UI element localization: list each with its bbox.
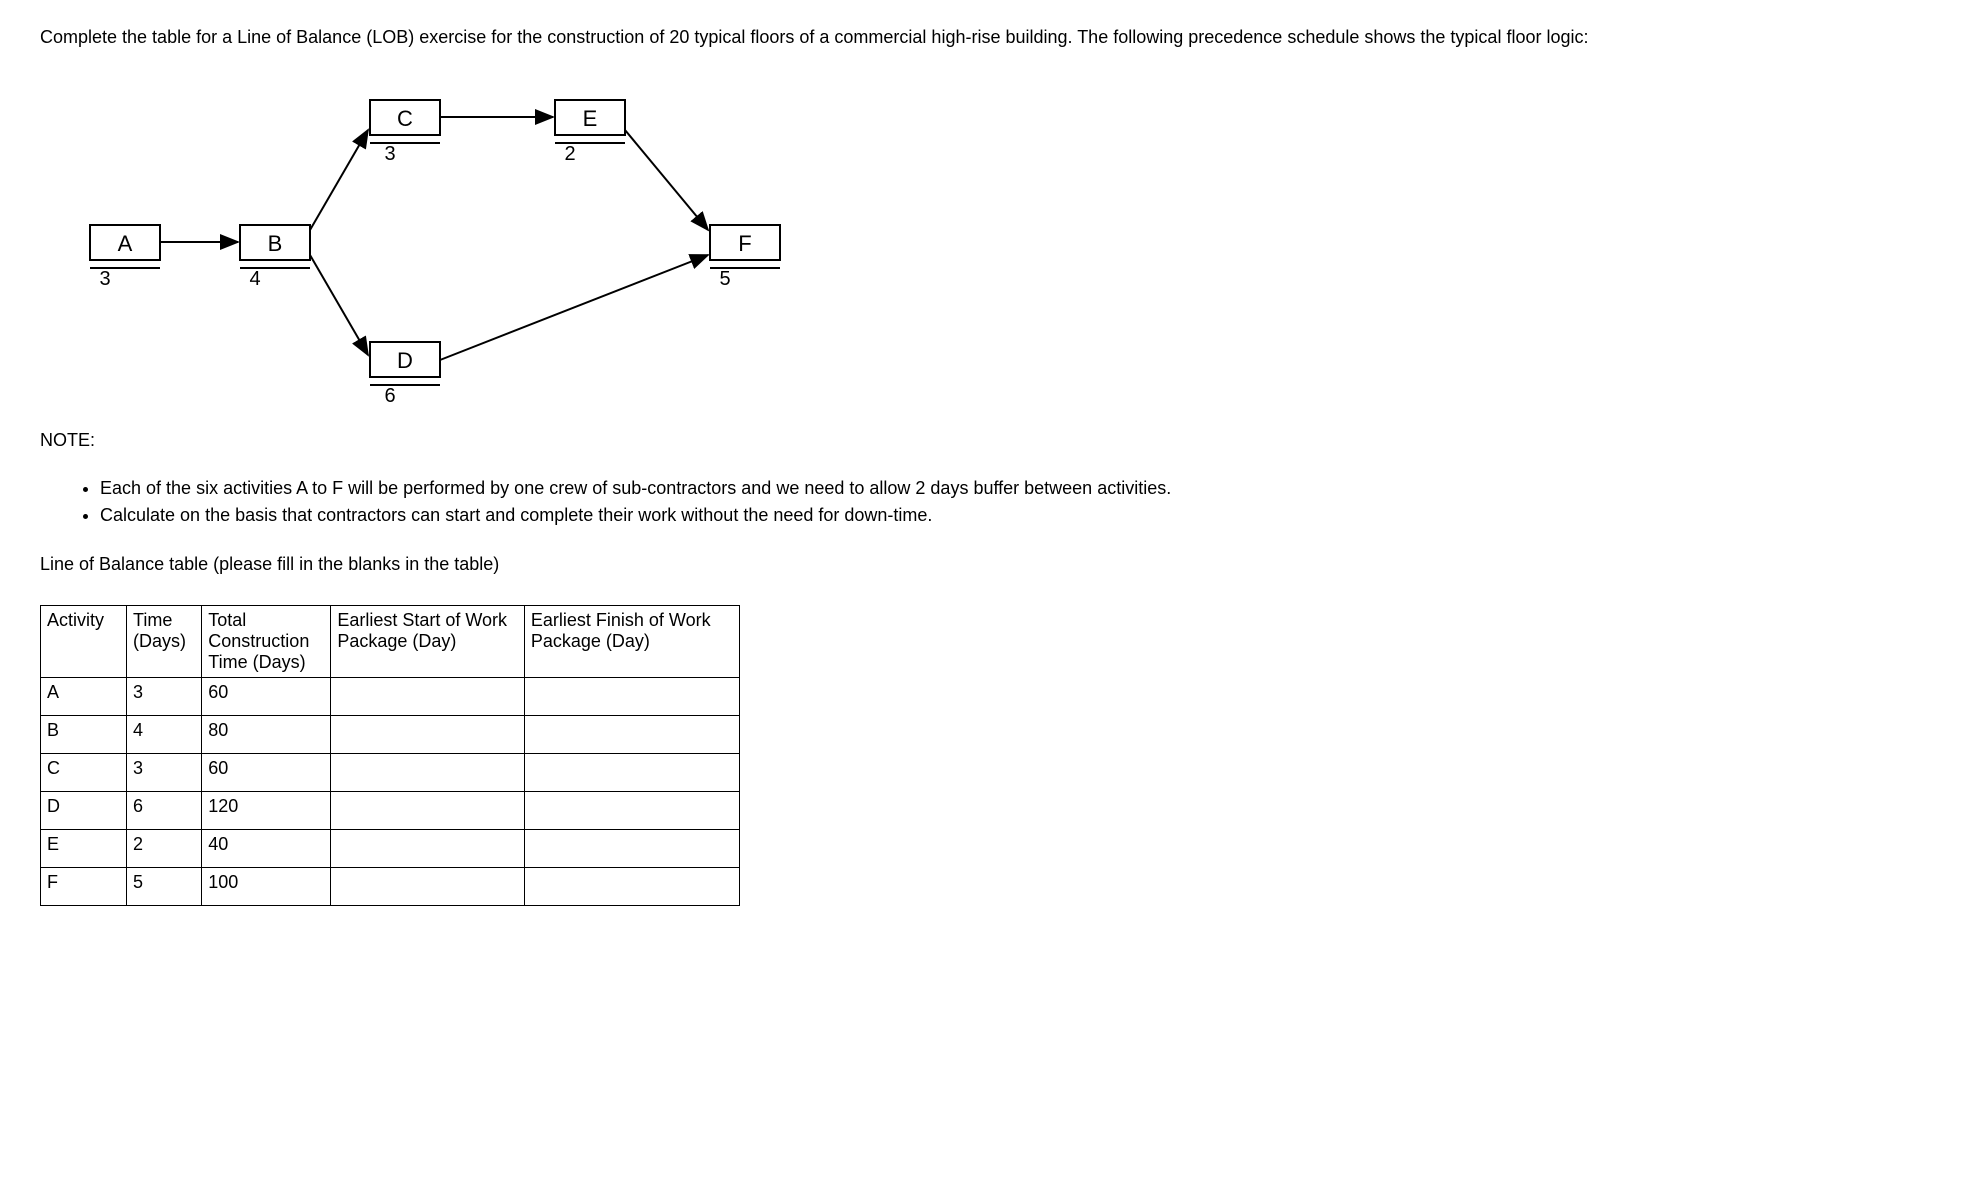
node-c-label: C: [397, 106, 413, 131]
node-f-duration: 5: [719, 268, 730, 290]
table-intro: Line of Balance table (please fill in th…: [40, 554, 1938, 575]
cell-total: 40: [202, 829, 331, 867]
precedence-diagram: A 3 B 4 C 3 D 6 E 2 F 5: [60, 70, 800, 410]
table-row: D 6 120: [41, 791, 740, 829]
cell-activity: B: [41, 715, 127, 753]
header-total: Total Construction Time (Days): [202, 605, 331, 677]
header-start: Earliest Start of Work Package (Day): [331, 605, 525, 677]
cell-total: 80: [202, 715, 331, 753]
table-header-row: Activity Time (Days) Total Construction …: [41, 605, 740, 677]
note-item: Each of the six activities A to F will b…: [100, 476, 1938, 501]
header-finish: Earliest Finish of Work Package (Day): [524, 605, 739, 677]
cell-finish: [524, 753, 739, 791]
cell-start: [331, 791, 525, 829]
cell-total: 60: [202, 753, 331, 791]
table-row: B 4 80: [41, 715, 740, 753]
arrow-e-f: [625, 130, 708, 230]
cell-finish: [524, 867, 739, 905]
cell-start: [331, 867, 525, 905]
cell-time: 4: [127, 715, 202, 753]
table-row: E 2 40: [41, 829, 740, 867]
cell-activity: E: [41, 829, 127, 867]
cell-activity: D: [41, 791, 127, 829]
note-label: NOTE:: [40, 430, 1938, 451]
arrow-b-d: [310, 255, 368, 355]
cell-total: 100: [202, 867, 331, 905]
cell-start: [331, 753, 525, 791]
arrow-d-f: [440, 255, 708, 360]
table-row: F 5 100: [41, 867, 740, 905]
cell-total: 120: [202, 791, 331, 829]
cell-activity: C: [41, 753, 127, 791]
node-d-label: D: [397, 348, 413, 373]
node-b-duration: 4: [249, 268, 260, 290]
cell-start: [331, 715, 525, 753]
cell-activity: F: [41, 867, 127, 905]
node-a-label: A: [118, 231, 133, 256]
cell-time: 6: [127, 791, 202, 829]
note-item: Calculate on the basis that contractors …: [100, 503, 1938, 528]
cell-finish: [524, 829, 739, 867]
cell-time: 3: [127, 753, 202, 791]
node-a-duration: 3: [99, 268, 110, 290]
node-f-label: F: [738, 231, 751, 256]
header-time: Time (Days): [127, 605, 202, 677]
cell-finish: [524, 791, 739, 829]
arrow-b-c: [310, 130, 368, 230]
table-row: C 3 60: [41, 753, 740, 791]
cell-start: [331, 677, 525, 715]
node-e-label: E: [583, 106, 598, 131]
node-d-duration: 6: [384, 385, 395, 407]
cell-activity: A: [41, 677, 127, 715]
cell-start: [331, 829, 525, 867]
diagram-svg: A 3 B 4 C 3 D 6 E 2 F 5: [60, 70, 800, 410]
cell-time: 3: [127, 677, 202, 715]
cell-time: 5: [127, 867, 202, 905]
cell-finish: [524, 715, 739, 753]
note-list: Each of the six activities A to F will b…: [100, 476, 1938, 528]
node-e-duration: 2: [564, 143, 575, 165]
lob-table: Activity Time (Days) Total Construction …: [40, 605, 740, 906]
cell-total: 60: [202, 677, 331, 715]
intro-text: Complete the table for a Line of Balance…: [40, 25, 1938, 50]
cell-time: 2: [127, 829, 202, 867]
header-activity: Activity: [41, 605, 127, 677]
node-b-label: B: [268, 231, 283, 256]
table-row: A 3 60: [41, 677, 740, 715]
node-c-duration: 3: [384, 143, 395, 165]
cell-finish: [524, 677, 739, 715]
